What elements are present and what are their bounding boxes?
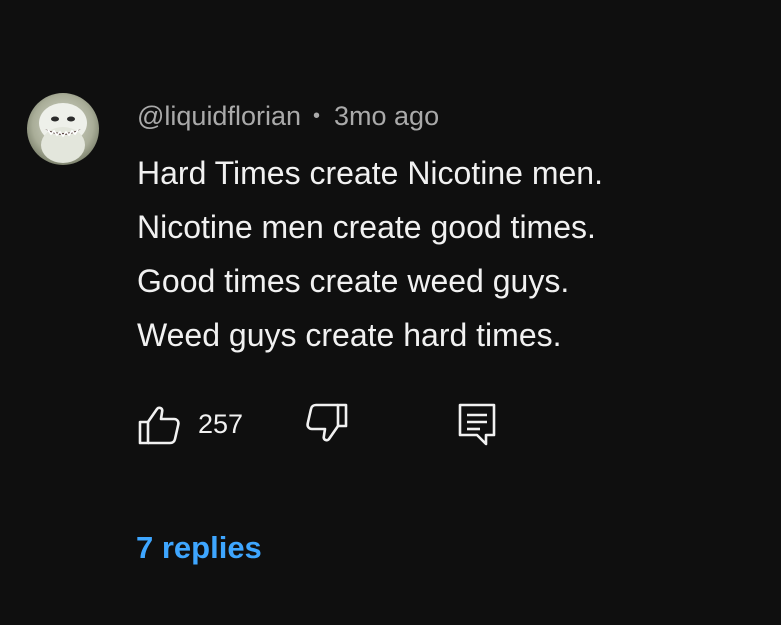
author-name[interactable]: @liquidflorian: [137, 101, 301, 132]
comment-line: Weed guys create hard times.: [137, 317, 562, 353]
comment-meta: @liquidflorian • 3mo ago: [137, 99, 439, 133]
comment-line: Good times create weed guys.: [137, 263, 570, 299]
comment-line: Nicotine men create good times.: [137, 209, 596, 245]
dislike-button[interactable]: [304, 400, 350, 448]
comment-text: Hard Times create Nicotine men. Nicotine…: [137, 146, 757, 362]
comment-line: Hard Times create Nicotine men.: [137, 155, 603, 191]
comment-actions: 257: [136, 400, 536, 448]
avatar-image: [27, 93, 99, 165]
view-replies-link[interactable]: 7 replies: [136, 530, 262, 566]
reply-button[interactable]: [456, 400, 498, 448]
like-count: 257: [198, 408, 244, 439]
avatar[interactable]: [27, 93, 99, 165]
thumbs-down-icon: [306, 403, 348, 442]
meta-separator: •: [313, 104, 321, 127]
comment-reply-icon: [458, 403, 496, 446]
comment-thread: @liquidflorian • 3mo ago Hard Times crea…: [0, 0, 781, 625]
thumbs-up-icon: [138, 406, 180, 445]
like-button[interactable]: 257: [136, 400, 243, 448]
comment-timestamp[interactable]: 3mo ago: [334, 101, 439, 132]
